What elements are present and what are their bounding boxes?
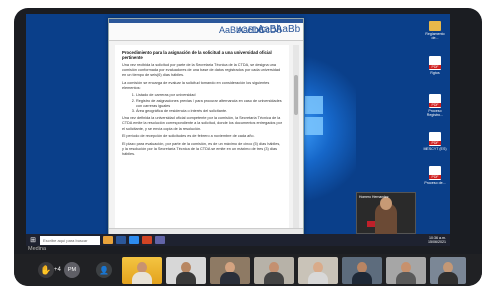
style-heading2[interactable]: AaBb	[275, 22, 301, 38]
person-icon[interactable]: 👤	[96, 262, 112, 278]
avatar[interactable]: PM	[64, 262, 80, 278]
teams-taskbar-icon[interactable]	[155, 236, 165, 244]
doc-paragraph: Una vez recibida la solicitud por parte …	[122, 63, 281, 78]
folder-icon	[429, 21, 441, 31]
windows-taskbar: ⊞ Escribe aquí para buscar 10:36 a.m. 15…	[26, 234, 450, 246]
raise-hand-icon[interactable]: ✋	[38, 262, 54, 278]
word-taskbar-icon[interactable]	[116, 236, 126, 244]
doc-paragraph: La comisión se encarga de evaluar la sol…	[122, 80, 270, 90]
pdf-file-icon	[429, 94, 441, 108]
document-page[interactable]: Procedimiento para la asignación de la s…	[115, 45, 289, 229]
list-item: Área geográfica de residencia o interés …	[136, 109, 282, 114]
powerpoint-taskbar-icon[interactable]	[142, 236, 152, 244]
participants-bar: ✋ +4 PM 👤	[14, 254, 482, 286]
taskbar-clock[interactable]: 10:36 a.m. 15/06/2021	[428, 236, 450, 244]
word-ribbon: AaBbCcDd AaBbCcDd AaBl AaBb	[109, 19, 303, 41]
doc-list: Listado de carreras por universidad Regi…	[136, 93, 282, 113]
doc-paragraph: El plazo para evaluación, por parte de l…	[122, 141, 281, 156]
shared-screen: AaBbCcDd AaBbCcDd AaBl AaBb Procedimient…	[26, 14, 450, 246]
clock-date: 15/06/2021	[428, 240, 446, 244]
file-explorer-icon[interactable]	[103, 236, 113, 244]
participant-tile[interactable]	[298, 257, 338, 284]
desktop-icon[interactable]: Reglamento de...	[422, 18, 448, 40]
pdf-file-icon	[429, 56, 441, 70]
meeting-window: AaBbCcDd AaBbCcDd AaBl AaBb Procedimient…	[14, 8, 482, 286]
list-item: Registro de asignaciones previas / para …	[136, 99, 282, 109]
edge-icon[interactable]	[129, 236, 139, 244]
presenter-name: Medina	[28, 246, 47, 252]
desktop-icon[interactable]: Rgtos	[422, 56, 448, 75]
start-button[interactable]: ⊞	[26, 234, 40, 246]
desktop-icon[interactable]: Proceso de...	[422, 166, 448, 185]
background-object	[367, 221, 375, 227]
desktop-icon[interactable]: MESCYT (ES)	[422, 132, 448, 151]
participant-tile[interactable]	[254, 257, 294, 284]
pdf-file-icon	[429, 166, 441, 180]
participant-tile[interactable]	[122, 257, 162, 284]
pdf-file-icon	[429, 132, 441, 146]
self-view-video[interactable]: Homero Hernandez	[356, 192, 416, 235]
hand-count: +4	[54, 267, 61, 273]
participant-tile[interactable]	[342, 257, 382, 284]
taskbar-search-input[interactable]: Escribe aquí para buscar	[40, 235, 100, 245]
vertical-scrollbar[interactable]	[293, 45, 299, 229]
doc-paragraph: El período de recepción de solicitudes e…	[122, 134, 255, 139]
self-view-label: Homero Hernandez	[359, 195, 389, 199]
word-window: AaBbCcDd AaBbCcDd AaBl AaBb Procedimient…	[108, 18, 304, 238]
desktop-icon[interactable]: Proceso Registro...	[422, 94, 448, 117]
participant-tile[interactable]	[386, 257, 426, 284]
participant-tile[interactable]	[166, 257, 206, 284]
participant-tile[interactable]	[430, 257, 466, 284]
scrollbar-thumb[interactable]	[294, 75, 298, 115]
doc-heading: Procedimiento para la asignación de la s…	[122, 50, 272, 60]
participant-tile[interactable]	[210, 257, 250, 284]
doc-paragraph: Una vez definida la universidad oficial …	[122, 116, 282, 131]
